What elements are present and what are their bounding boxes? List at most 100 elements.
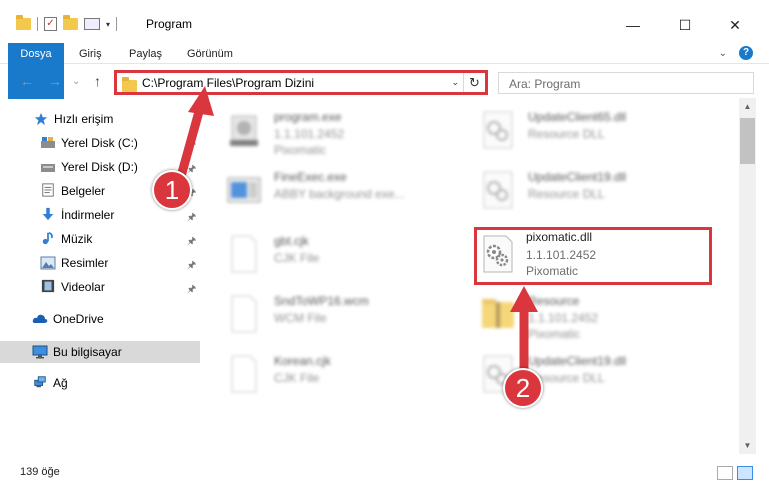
scrollbar-thumb[interactable] (740, 118, 755, 164)
sidebar-item-label: Müzik (61, 232, 93, 246)
sidebar-item-music[interactable]: Müzik 🖈 (0, 228, 200, 250)
sidebar-item-label: Yerel Disk (D:) (61, 160, 138, 174)
properties-view-icon[interactable] (84, 18, 100, 30)
scroll-down-arrow-icon[interactable]: ▼ (739, 437, 756, 454)
sidebar-item-this-pc[interactable]: Bu bilgisayar (0, 341, 200, 363)
recent-locations-icon[interactable]: ⌄ (72, 76, 80, 87)
folder-icon (16, 15, 31, 30)
sidebar-item-onedrive[interactable]: OneDrive (0, 308, 200, 330)
tab-share[interactable]: Paylaş (118, 43, 173, 65)
file-name: Korean.cjk (274, 354, 331, 368)
navigation-pane: Hızlı erişim Yerel Disk (C:) 🖈 Yerel Dis… (0, 104, 204, 456)
file-name: FineExec.exe (274, 170, 347, 184)
file-company: Pixomatic (274, 143, 327, 157)
sidebar-item-label: Yerel Disk (C:) (61, 136, 138, 150)
file-item[interactable]: gbt.cjk CJK File (204, 228, 444, 284)
file-version: 1.1.101.2452 (528, 311, 599, 325)
file-description: Resource DLL (528, 127, 605, 141)
music-icon (42, 231, 53, 245)
file-description: ABBY background exe... (274, 187, 405, 201)
address-dropdown-icon[interactable]: ⌄ (451, 77, 459, 88)
vertical-scrollbar[interactable]: ▲ ▼ (739, 98, 756, 454)
sidebar-item-quick-access[interactable]: Hızlı erişim (0, 108, 200, 130)
file-type: WCM File (274, 311, 327, 325)
file-type: CJK File (274, 251, 320, 265)
back-button[interactable]: ← (20, 73, 34, 89)
dll-icon (483, 171, 513, 209)
file-name: UpdateClient65.dll (528, 110, 627, 124)
pin-icon[interactable]: 🖈 (187, 258, 196, 275)
ribbon-expand-icon[interactable]: ⌄ (719, 48, 727, 59)
sidebar-item-local-disk-c[interactable]: Yerel Disk (C:) 🖈 (0, 132, 200, 154)
file-name: program.exe (274, 110, 342, 124)
drive-icon (41, 137, 55, 148)
cloud-icon (32, 314, 48, 323)
scroll-up-arrow-icon[interactable]: ▲ (739, 98, 756, 115)
tab-view[interactable]: Görünüm (176, 43, 244, 65)
navigation-bar: ← → ⌄ ↑ C:\Program Files\Program Dizini … (0, 66, 769, 98)
pin-icon[interactable]: 🖈 (187, 138, 196, 155)
quick-access-toolbar: ✓ ▾ (16, 14, 118, 34)
pin-icon[interactable]: 🖈 (187, 210, 196, 227)
new-folder-icon[interactable] (63, 15, 78, 30)
drive-icon (41, 164, 55, 172)
video-icon (41, 279, 55, 293)
window-title: Program (146, 17, 193, 31)
close-button[interactable]: ✕ (712, 10, 758, 40)
file-name: gbt.cjk (274, 234, 309, 248)
toolbar-separator (37, 17, 38, 31)
minimize-button[interactable]: — (610, 10, 656, 40)
search-box[interactable]: Ara: Program (498, 72, 754, 94)
tiles-view-icon[interactable] (737, 466, 753, 480)
folder-icon (122, 77, 137, 92)
toolbar-separator (116, 17, 118, 31)
sidebar-item-label: Resimler (61, 256, 109, 270)
pin-icon[interactable]: 🖈 (187, 282, 196, 299)
file-item[interactable]: UpdateClient19.dll Resource DLL (458, 164, 698, 220)
file-item[interactable]: program.exe 1.1.101.2452 Pixomatic (204, 104, 444, 160)
address-path[interactable]: C:\Program Files\Program Dizini (142, 76, 314, 90)
exe-icon (230, 115, 258, 146)
sidebar-item-pictures[interactable]: Resimler 🖈 (0, 252, 200, 274)
item-count: 139 öğe (20, 466, 60, 478)
folder-zip-icon (482, 299, 514, 328)
sidebar-item-label: Videolar (61, 280, 105, 294)
dll-icon (483, 111, 513, 149)
file-item[interactable]: UpdateClient65.dll Resource DLL (458, 104, 698, 160)
help-icon[interactable]: ? (739, 46, 753, 60)
sidebar-item-videos[interactable]: Videolar 🖈 (0, 276, 200, 298)
file-item[interactable]: SndToWP16.wcm WCM File (204, 288, 444, 344)
maximize-button[interactable]: ☐ (662, 10, 708, 40)
forward-button[interactable]: → (48, 73, 62, 89)
file-item[interactable]: UpdateClient19.dll Resource DLL (458, 348, 698, 404)
exe-window-icon (227, 177, 261, 203)
highlight-box (474, 227, 712, 285)
address-bar[interactable]: C:\Program Files\Program Dizini ⌄ ↻ (114, 70, 488, 95)
file-item[interactable]: Resource 1.1.101.2452 Pixomatic (458, 288, 698, 344)
network-icon (34, 376, 46, 388)
file-item[interactable]: Korean.cjk CJK File (204, 348, 444, 404)
sidebar-item-label: Bu bilgisayar (53, 345, 122, 359)
pin-icon[interactable]: 🖈 (187, 234, 196, 251)
sidebar-item-network[interactable]: Ağ (0, 372, 200, 394)
properties-check-icon[interactable]: ✓ (44, 17, 57, 31)
pin-icon[interactable]: 🖈 (187, 162, 196, 179)
pictures-icon (40, 256, 56, 270)
file-version: 1.1.101.2452 (274, 127, 345, 141)
search-input[interactable]: Ara: Program (509, 77, 580, 91)
tab-home[interactable]: Giriş (68, 43, 113, 65)
status-bar: 139 öğe (0, 458, 769, 498)
sidebar-item-label: Hızlı erişim (54, 112, 114, 126)
up-button[interactable]: ↑ (94, 73, 101, 89)
file-description: Resource DLL (528, 187, 605, 201)
file-name: Resource (528, 294, 580, 308)
sidebar-item-label: Belgeler (61, 184, 106, 198)
file-icon (231, 235, 257, 273)
quick-access-dropdown-icon[interactable]: ▾ (106, 20, 110, 29)
refresh-button[interactable]: ↻ (463, 73, 485, 92)
file-name: SndToWP16.wcm (274, 294, 369, 308)
file-item[interactable]: FineExec.exe ABBY background exe... (204, 164, 444, 220)
star-icon (34, 112, 48, 126)
details-view-icon[interactable] (717, 466, 733, 480)
download-icon (42, 207, 54, 221)
